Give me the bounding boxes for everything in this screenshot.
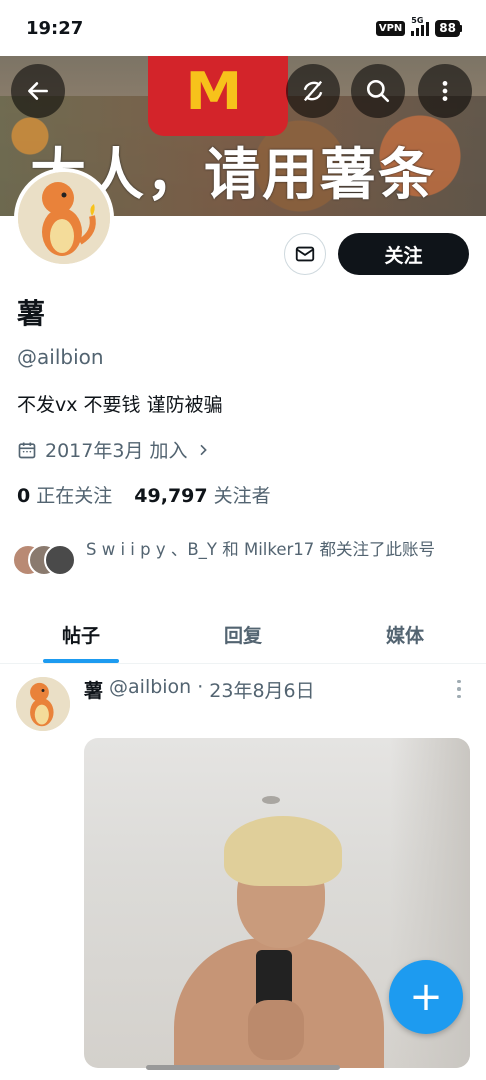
profile-name: 薯 [17,297,46,330]
tweet-separator: · [197,676,204,698]
followers-label: 关注者 [213,485,271,507]
followers-stat[interactable]: 49,797 关注者 [134,481,270,508]
following-label: 正在关注 [36,485,113,507]
calendar-icon [18,442,36,458]
tab-posts[interactable]: 帖子 [0,606,162,663]
compose-button[interactable]: + [389,960,463,1034]
network-type: 5G [411,16,424,25]
tab-media[interactable]: 媒体 [324,606,486,663]
joined-date[interactable]: 2017年3月 加入 [17,436,211,463]
mcdonalds-logo-icon: M [185,62,243,122]
search-button[interactable] [351,64,405,118]
status-time: 19:27 [26,17,84,39]
tweet-author-name[interactable]: 薯 [84,676,103,703]
tab-replies[interactable]: 回复 [162,606,324,663]
avatar [44,544,76,576]
following-count: 0 [17,485,31,507]
translate-icon [303,80,323,102]
followed-by-text: S w i i p y 、B_Y 和 Milker17 都关注了此账号 [86,540,436,559]
photo-hand [248,1000,304,1060]
vpn-badge: VPN [375,20,406,36]
charmander-avatar-image [18,172,110,264]
profile-bio: 不发vx 不要钱 谨防被骗 [17,394,223,416]
battery-icon: 88 [435,19,462,37]
fries-box-image: M [148,56,288,136]
chevron-right-icon [200,444,208,455]
back-button[interactable] [11,64,65,118]
status-bar: 19:27 VPN 5G 88 [0,0,486,56]
translate-button[interactable] [286,64,340,118]
battery-level: 88 [435,19,460,37]
signal-icon: 5G [411,16,430,36]
plus-icon: + [409,974,443,1020]
message-button[interactable] [284,233,326,275]
tweet-avatar[interactable] [16,677,70,731]
follow-stats: 0 正在关注 49,797 关注者 [17,481,271,508]
tweet-author-handle[interactable]: @ailbion [109,676,191,703]
tweet-date[interactable]: 23年8月6日 [209,676,314,703]
status-icons: VPN 5G 88 [375,16,462,37]
charmander-avatar-image [16,677,70,731]
followed-by-avatars [12,544,76,578]
profile-avatar[interactable] [14,168,114,268]
search-icon [366,79,390,103]
follow-button[interactable]: 关注 [338,233,469,275]
followers-count: 49,797 [134,485,208,507]
profile-tabs: 帖子 回复 媒体 [0,606,486,664]
followed-by[interactable]: S w i i p y 、B_Y 和 Milker17 都关注了此账号 [12,538,474,578]
tweet-more-icon[interactable] [452,678,466,700]
more-button[interactable] [418,64,472,118]
back-arrow-icon [28,82,48,100]
home-indicator[interactable] [146,1065,340,1070]
following-stat[interactable]: 0 正在关注 [17,481,112,508]
more-vertical-icon [442,81,448,101]
mail-icon [295,246,315,262]
tweet-header: 薯 @ailbion · 23年8月6日 [84,676,315,703]
joined-label: 2017年3月 加入 [45,440,188,462]
photo-person-hair [224,816,342,886]
profile-handle: @ailbion [17,345,104,369]
photo-ceiling-light [262,796,280,804]
